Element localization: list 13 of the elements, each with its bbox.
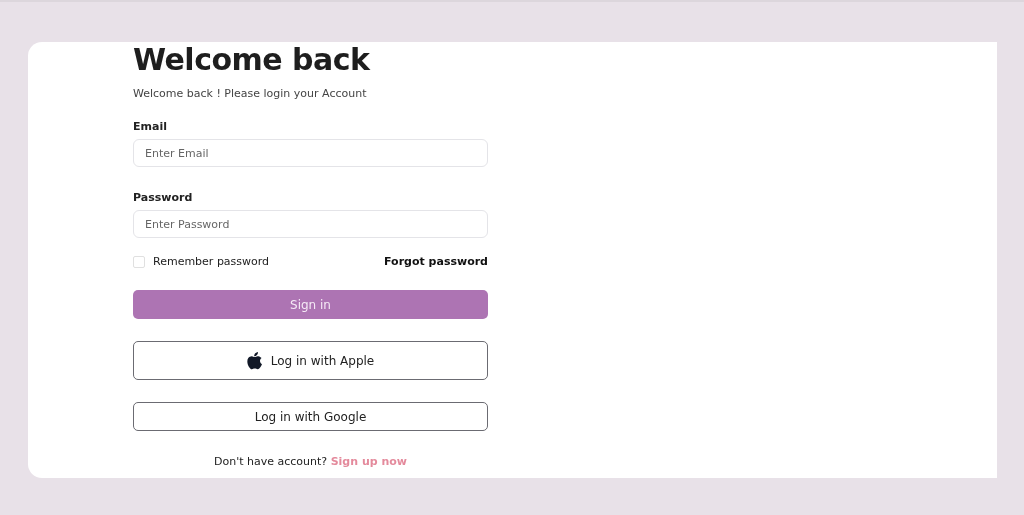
- apple-icon: [246, 351, 263, 370]
- forgot-password-link[interactable]: Forgot password: [384, 255, 488, 268]
- page-title: Welcome back: [133, 42, 371, 78]
- field-label: Email: [133, 120, 168, 133]
- input-field[interactable]: Enter Email: [133, 139, 488, 167]
- checkbox[interactable]: [133, 255, 145, 268]
- field-label: Password: [133, 191, 194, 204]
- input-field[interactable]: Enter Password: [133, 210, 488, 238]
- social-login-button[interactable]: Log in with Apple: [133, 341, 488, 380]
- footer-text: Don't have account?: [214, 455, 329, 468]
- social-login-button[interactable]: Log in with Google: [133, 402, 488, 431]
- checkbox-label: Remember password: [153, 255, 270, 268]
- subtitle: Welcome back ! Please login your Account: [133, 87, 368, 100]
